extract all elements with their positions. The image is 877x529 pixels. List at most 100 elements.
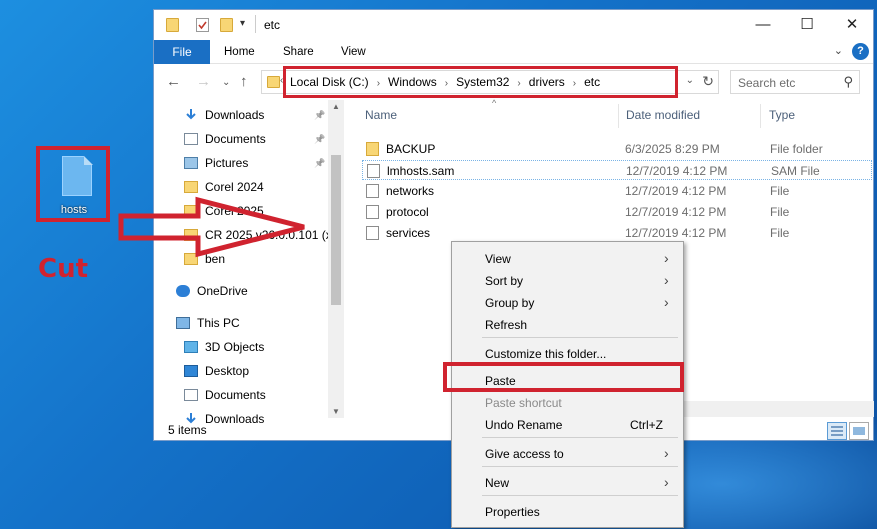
nav-item-documents[interactable]: Documents (184, 132, 266, 152)
column-header-name[interactable]: Name (365, 108, 397, 122)
nav-item-label: Desktop (205, 364, 250, 378)
menu-item-shortcut: Ctrl+Z (630, 418, 663, 432)
recent-chevron-down-icon[interactable]: ⌄ (222, 77, 230, 88)
menu-item-label: Customize this folder... (485, 347, 607, 361)
search-placeholder: Search etc (738, 76, 796, 90)
table-row[interactable]: BACKUP 6/3/2025 8:29 PM File folder (362, 139, 872, 159)
table-row[interactable]: networks 12/7/2019 4:12 PM File (362, 181, 872, 201)
title-divider (255, 15, 256, 33)
nav-item-pictures[interactable]: Pictures (184, 156, 248, 176)
nav-item-this-pc[interactable]: This PC (176, 316, 240, 336)
nav-item-desktop[interactable]: Desktop (184, 364, 249, 384)
annotation-arrow (118, 196, 305, 258)
nav-item-3d-objects[interactable]: 3D Objects (184, 340, 264, 360)
pin-icon[interactable]: 📌 (314, 158, 325, 169)
file-type: SAM File (771, 164, 820, 178)
refresh-icon[interactable]: ↻ (702, 73, 714, 90)
maximize-button[interactable]: ☐ (785, 10, 829, 40)
nav-item-label: Documents (205, 388, 266, 402)
file-icon (366, 184, 379, 198)
search-icon: ⚲ (843, 74, 853, 89)
properties-icon[interactable] (196, 18, 209, 32)
highlight-box-address (283, 66, 678, 98)
menu-separator (482, 495, 678, 496)
menu-item-give-access-to[interactable]: Give access to › (452, 443, 683, 465)
file-type: File folder (770, 142, 823, 156)
nav-item-documents[interactable]: Documents (184, 388, 266, 408)
menu-item-label: Undo Rename (485, 418, 563, 432)
close-button[interactable]: ✕ (830, 10, 874, 40)
nav-item-label: This PC (197, 316, 240, 330)
menu-item-undo-rename[interactable]: Undo Rename Ctrl+Z (452, 414, 683, 436)
window-title: etc (264, 18, 281, 32)
annotation-cut: Cut (38, 254, 89, 284)
title-bar: ▾ etc — ☐ ✕ (154, 10, 873, 40)
large-icons-view-button[interactable] (849, 422, 869, 440)
column-divider[interactable] (618, 104, 619, 128)
menu-item-paste-shortcut[interactable]: Paste shortcut (452, 392, 683, 414)
scrollbar-thumb[interactable] (331, 155, 341, 305)
new-folder-icon[interactable] (220, 18, 233, 32)
file-date: 12/7/2019 4:12 PM (626, 164, 728, 178)
menu-item-label: Give access to (485, 447, 564, 461)
nav-pane-scrollbar[interactable]: ▲ ▼ (328, 100, 344, 418)
tab-file[interactable]: File (154, 40, 210, 64)
table-row[interactable]: protocol 12/7/2019 4:12 PM File (362, 202, 872, 222)
menu-item-label: Refresh (485, 318, 528, 332)
tab-view[interactable]: View (341, 40, 366, 64)
cloud-icon (176, 285, 190, 297)
menu-item-view[interactable]: View › (452, 248, 683, 270)
menu-item-refresh[interactable]: Refresh (452, 314, 683, 336)
forward-icon[interactable]: → (196, 73, 211, 90)
nav-item-onedrive[interactable]: OneDrive (176, 284, 248, 304)
up-icon[interactable]: ↑ (240, 73, 248, 90)
menu-item-group-by[interactable]: Group by › (452, 292, 683, 314)
scroll-up-icon[interactable]: ▲ (332, 102, 340, 111)
pin-icon[interactable]: 📌 (314, 134, 325, 145)
folder-icon (166, 18, 179, 32)
menu-separator (482, 337, 678, 338)
chevron-right-icon: › (664, 445, 669, 461)
pin-icon[interactable]: 📌 (314, 110, 325, 121)
nav-item-label: 3D Objects (205, 340, 265, 354)
column-header-date[interactable]: Date modified (626, 108, 700, 122)
desktop-icon (184, 365, 198, 377)
chevron-down-icon[interactable]: ▾ (240, 18, 245, 29)
pictures-icon (184, 157, 198, 169)
nav-item-label: Pictures (205, 156, 249, 170)
ribbon: File Home Share View ⌄ ? (154, 40, 873, 64)
download-icon (184, 108, 198, 120)
menu-item-sort-by[interactable]: Sort by › (452, 270, 683, 292)
file-type: File (770, 226, 790, 240)
chevron-down-icon[interactable]: ⌄ (834, 44, 843, 57)
table-row[interactable]: lmhosts.sam 12/7/2019 4:12 PM SAM File (362, 160, 872, 180)
menu-item-new[interactable]: New › (452, 472, 683, 494)
minimize-button[interactable]: — (741, 10, 785, 40)
details-view-button[interactable] (827, 422, 847, 440)
scroll-down-icon[interactable]: ▼ (332, 407, 340, 416)
item-count: 5 items (168, 423, 207, 437)
help-icon[interactable]: ? (852, 43, 869, 60)
table-row[interactable]: services 12/7/2019 4:12 PM File (362, 223, 872, 243)
nav-item-label: Corel 2024 (205, 180, 264, 194)
menu-item-properties[interactable]: Properties (452, 501, 683, 523)
file-type: File (770, 184, 790, 198)
highlight-box-hosts (36, 146, 110, 222)
highlight-box-paste (443, 362, 684, 392)
cube-icon (184, 341, 198, 353)
menu-item-label: Group by (485, 296, 535, 310)
tab-home[interactable]: Home (224, 40, 255, 64)
search-input[interactable]: Search etc ⚲ (730, 70, 860, 94)
file-icon (366, 205, 379, 219)
folder-icon (366, 142, 379, 156)
sort-up-icon: ^ (492, 98, 497, 108)
menu-separator (482, 466, 678, 467)
column-header-type[interactable]: Type (769, 108, 795, 122)
nav-item-downloads[interactable]: Downloads (184, 108, 264, 128)
back-icon[interactable]: ← (166, 73, 181, 90)
tab-share[interactable]: Share (283, 40, 314, 64)
menu-separator (482, 437, 678, 438)
column-divider[interactable] (760, 104, 761, 128)
menu-item-label: Properties (485, 505, 540, 519)
address-chevron-down-icon[interactable]: ⌄ (686, 75, 694, 86)
